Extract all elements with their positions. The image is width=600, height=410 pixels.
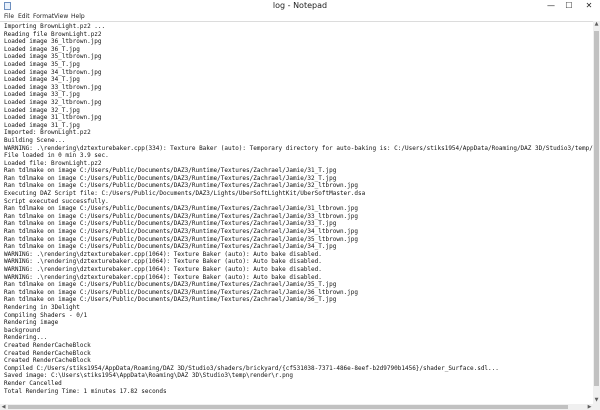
log-line: Render Cancelled xyxy=(4,379,62,387)
log-line: Loaded image 35_ltbrown.jpg xyxy=(4,53,102,61)
log-line: WARNING: .\rendering\dztexturebaker.cpp(… xyxy=(4,250,322,258)
minimize-button[interactable]: — xyxy=(542,0,560,12)
log-line: Ran tdlmake on image C:/Users/Public/Doc… xyxy=(4,174,337,182)
log-line: Loaded image 31_ltbrown.jpg xyxy=(4,114,102,122)
menu-view[interactable]: View xyxy=(54,12,68,21)
horizontal-scroll-thumb[interactable] xyxy=(8,405,568,409)
log-line: Compiled C:/Users/stiks1954/AppData/Roam… xyxy=(4,364,499,372)
log-line: WARNING: .\rendering\dztexturebaker.cpp(… xyxy=(4,144,593,152)
log-line: Rendering image xyxy=(4,319,59,327)
log-line: Rendering in 3Delight xyxy=(4,303,80,311)
notepad-window: log - Notepad — ☐ ✕ File Edit Format Vie… xyxy=(0,0,600,410)
log-line: Loaded image 32_T.jpg xyxy=(4,106,80,114)
scroll-up-icon[interactable]: ▲ xyxy=(593,21,600,28)
log-line: background xyxy=(4,326,41,334)
log-line: Total Rendering Time: 1 minutes 17.82 se… xyxy=(4,387,167,395)
log-line: Ran tdlmake on image C:/Users/Public/Doc… xyxy=(4,288,359,296)
log-line: Ran tdlmake on image C:/Users/Public/Doc… xyxy=(4,243,337,251)
close-button[interactable]: ✕ xyxy=(580,0,598,12)
log-line: Created RenderCacheBlock xyxy=(4,341,91,349)
menu-file[interactable]: File xyxy=(4,12,14,21)
log-line: Loaded file: BrownLight.pz2 xyxy=(4,159,102,167)
menu-format[interactable]: Format xyxy=(33,12,54,21)
text-editor[interactable]: Importing BrownLight.pz2 ... Reading file… xyxy=(0,21,593,404)
menu-bar: File Edit Format View Help xyxy=(0,12,600,21)
log-line: Ran tdlmake on image C:/Users/Public/Doc… xyxy=(4,235,359,243)
log-line: Script executed successfully. xyxy=(4,197,109,205)
window-title: log - Notepad xyxy=(272,1,328,10)
scroll-down-icon[interactable]: ▼ xyxy=(593,397,600,404)
title-bar[interactable]: log - Notepad — ☐ ✕ xyxy=(0,0,600,12)
log-line: Loaded image 36_ltbrown.jpg xyxy=(4,38,102,46)
scroll-left-icon[interactable]: ◀ xyxy=(0,404,7,410)
log-line: Saved image: C:\Users\stiks1954\AppData\… xyxy=(4,372,293,380)
log-line: Reading file BrownLight.pz2 xyxy=(4,30,102,38)
log-line: File loaded in 0 min 3.9 sec. xyxy=(4,152,109,160)
log-line: Loaded image 36_T.jpg xyxy=(4,45,80,53)
log-line: Ran tdlmake on image C:/Users/Public/Doc… xyxy=(4,212,359,220)
log-line: Ran tdlmake on image C:/Users/Public/Doc… xyxy=(4,296,337,304)
log-line: Ran tdlmake on image C:/Users/Public/Doc… xyxy=(4,167,337,175)
log-line: Loaded image 33_ltbrown.jpg xyxy=(4,83,102,91)
log-line: Created RenderCacheBlock xyxy=(4,349,91,357)
log-line: Ran tdlmake on image C:/Users/Public/Doc… xyxy=(4,182,359,190)
log-line: Building Scene... xyxy=(4,136,66,144)
log-line: Importing BrownLight.pz2 ... xyxy=(4,23,106,30)
log-line: Loaded image 33_T.jpg xyxy=(4,91,80,99)
menu-edit[interactable]: Edit xyxy=(18,12,30,21)
log-line: Ran tdlmake on image C:/Users/Public/Doc… xyxy=(4,220,337,228)
vertical-scroll-thumb[interactable] xyxy=(594,31,599,386)
horizontal-scrollbar[interactable]: ◀ ▶ xyxy=(0,404,593,410)
log-line: Ran tdlmake on image C:/Users/Public/Doc… xyxy=(4,281,337,289)
log-line: Ran tdlmake on image C:/Users/Public/Doc… xyxy=(4,205,359,213)
log-line: Executing DAZ Script file: C:/Users/Publ… xyxy=(4,190,366,198)
log-line: Imported: BrownLight.pz2 xyxy=(4,129,91,137)
log-line: Compiling Shaders - 0/1 xyxy=(4,311,88,319)
log-line: Loaded image 34_T.jpg xyxy=(4,76,80,84)
log-line: Loaded image 32_ltbrown.jpg xyxy=(4,98,102,106)
log-line: Loaded image 31_T.jpg xyxy=(4,121,80,129)
log-line: Loaded image 34_ltbrown.jpg xyxy=(4,68,102,76)
maximize-button[interactable]: ☐ xyxy=(560,0,578,12)
log-line: WARNING: .\rendering\dztexturebaker.cpp(… xyxy=(4,258,322,266)
log-line: Created RenderCacheBlock xyxy=(4,357,91,365)
log-line: WARNING: .\rendering\dztexturebaker.cpp(… xyxy=(4,273,322,281)
menu-help[interactable]: Help xyxy=(71,12,85,21)
editor-text[interactable]: Importing BrownLight.pz2 ... Reading file… xyxy=(0,22,593,395)
scroll-right-icon[interactable]: ▶ xyxy=(586,404,593,410)
scrollbar-corner xyxy=(593,404,600,410)
vertical-scrollbar[interactable]: ▲ ▼ xyxy=(593,21,600,404)
log-line: Loaded image 35_T.jpg xyxy=(4,60,80,68)
log-line: WARNING: .\rendering\dztexturebaker.cpp(… xyxy=(4,266,322,273)
log-line: Rendering... xyxy=(4,334,48,342)
log-line: Ran tdlmake on image C:/Users/Public/Doc… xyxy=(4,228,359,236)
